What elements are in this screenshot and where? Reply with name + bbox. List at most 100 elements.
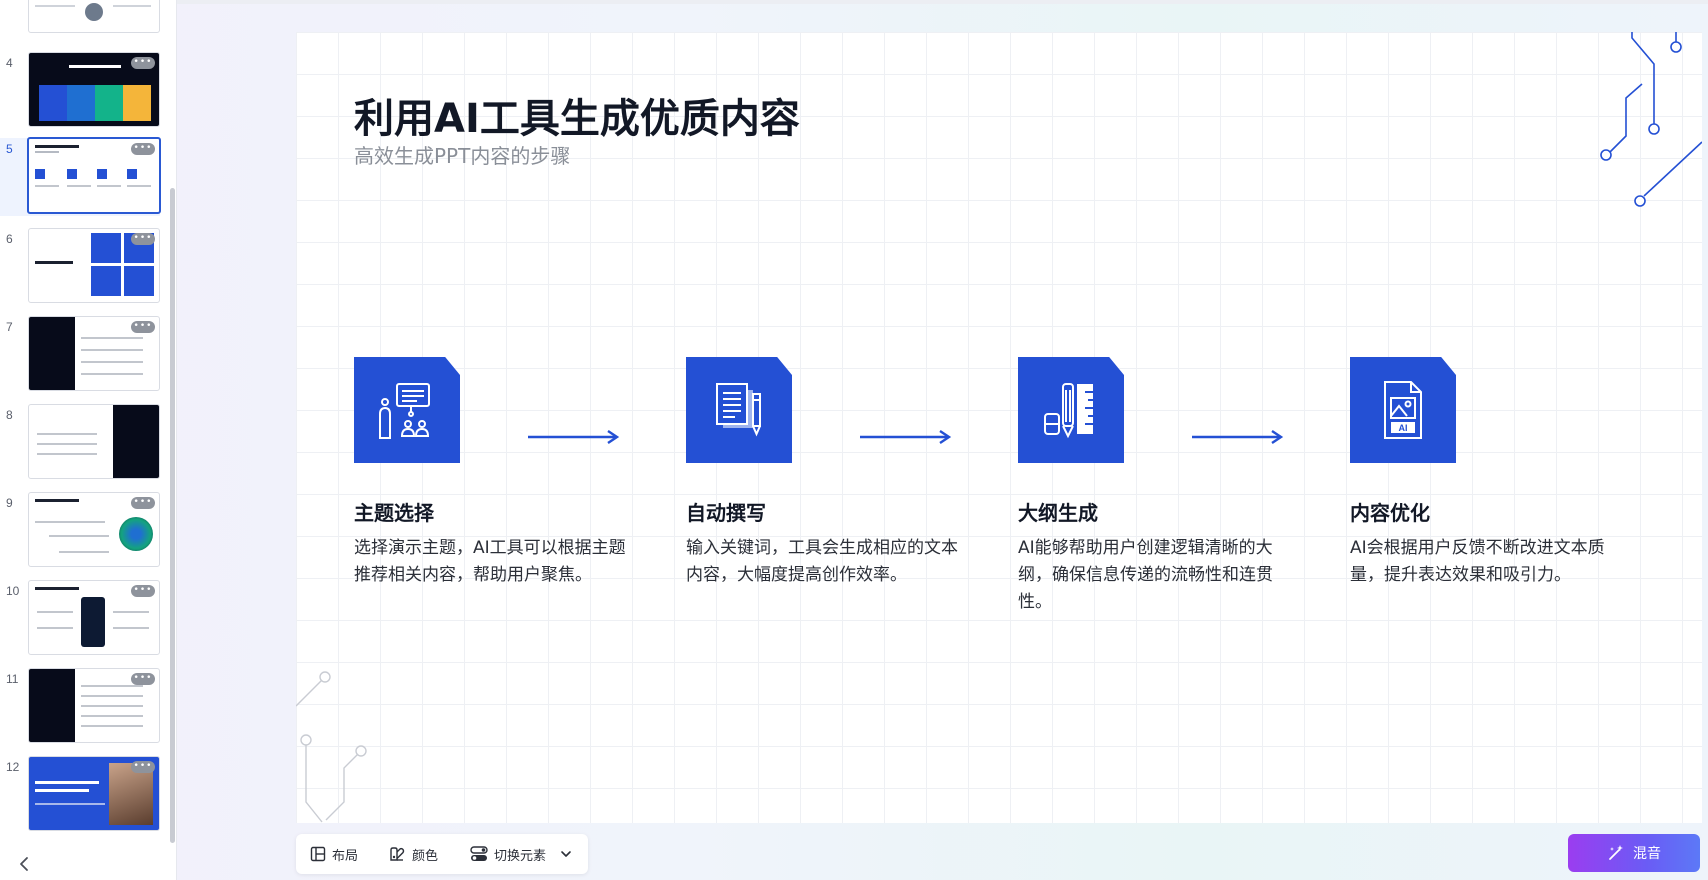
- slide-number: 7: [6, 320, 13, 334]
- step-icon-box: [354, 357, 460, 463]
- more-options-icon[interactable]: •••: [131, 497, 155, 509]
- thumbnail-text-line: [81, 695, 143, 697]
- thumbnail-image: [119, 517, 153, 551]
- thumbnail-dark-panel: [113, 405, 159, 478]
- slide-number: 8: [6, 408, 13, 422]
- slide-canvas[interactable]: 利用AI工具生成优质内容 高效生成PPT内容的步骤 主题选择 选择演示主题，AI…: [296, 32, 1702, 823]
- slide-title[interactable]: 利用AI工具生成优质内容: [354, 86, 800, 144]
- thumbnail-text-line: [81, 337, 143, 339]
- slide-thumbnail-row-12[interactable]: 12 •••: [0, 756, 170, 836]
- thumbnail-dark-panel: [29, 669, 75, 742]
- thumbnail-text-line: [35, 803, 105, 805]
- thumbnail-text-line: [127, 185, 151, 187]
- chevron-down-icon[interactable]: [560, 848, 572, 860]
- thumbnail-text-line: [37, 611, 73, 613]
- slide-thumbnail[interactable]: •••: [28, 316, 160, 391]
- thumbnail-text-line: [81, 705, 143, 707]
- slide-thumbnail[interactable]: •••: [28, 756, 160, 831]
- slide-thumbnail[interactable]: [28, 0, 160, 33]
- thumbnail-text-line: [81, 715, 143, 717]
- thumbnail-image: [85, 3, 103, 21]
- step-description[interactable]: 选择演示主题，AI工具可以根据主题推荐相关内容，帮助用户聚焦。: [354, 535, 629, 589]
- slide-thumbnail[interactable]: •••: [28, 580, 160, 655]
- thumbnail-text-line: [37, 627, 73, 629]
- slide-subtitle[interactable]: 高效生成PPT内容的步骤: [354, 140, 570, 169]
- slide-thumbnail-row-7[interactable]: 7 •••: [0, 316, 170, 396]
- step-description[interactable]: AI能够帮助用户创建逻辑清晰的大纲，确保信息传递的流畅性和连贯性。: [1018, 535, 1293, 616]
- step-title[interactable]: 主题选择: [354, 497, 434, 526]
- more-options-icon[interactable]: •••: [131, 143, 155, 155]
- app-window: 4 ••• 5 ••• 6 ••• 7 ••• 8 9 ••• 10 ••• 1…: [0, 0, 1708, 880]
- slide-thumbnail[interactable]: [28, 404, 160, 479]
- slide-thumbnail-row-11[interactable]: 11 •••: [0, 668, 170, 748]
- step-description[interactable]: AI会根据用户反馈不断改进文本质量，提升表达效果和吸引力。: [1350, 535, 1625, 589]
- step-icon-box: AI: [1350, 357, 1456, 463]
- mix-button-label: 混音: [1633, 846, 1661, 862]
- slide-thumbnail[interactable]: •••: [28, 668, 160, 743]
- slide-thumbnail-row-9[interactable]: 9 •••: [0, 492, 170, 572]
- layout-button[interactable]: 布局: [310, 834, 358, 874]
- slide-number: 9: [6, 496, 13, 510]
- step-title[interactable]: 内容优化: [1350, 497, 1430, 526]
- more-options-icon[interactable]: •••: [131, 321, 155, 333]
- thumbnail-text-line: [81, 349, 143, 351]
- slide-number: 6: [6, 232, 13, 246]
- more-options-icon[interactable]: •••: [131, 761, 155, 773]
- more-options-icon[interactable]: •••: [131, 57, 155, 69]
- thumbnail-text-line: [113, 5, 151, 7]
- color-label: 颜色: [412, 848, 439, 864]
- thumbnail-text-line: [97, 185, 121, 187]
- slide-thumbnail-row-6[interactable]: 6 •••: [0, 228, 170, 308]
- slide-thumbnail-row-3[interactable]: [0, 0, 170, 38]
- step-title[interactable]: 自动撰写: [686, 497, 766, 526]
- thumbnail-title-line: [35, 499, 79, 502]
- collapse-sidebar-button[interactable]: [18, 856, 38, 876]
- slide-thumbnail[interactable]: •••: [28, 492, 160, 567]
- thumbnail-text-line: [67, 185, 91, 187]
- thumbnail-text-line: [49, 535, 109, 537]
- thumbnail-icon-block: [127, 169, 137, 179]
- slide-thumbnail[interactable]: •••: [28, 228, 160, 303]
- step-icon-box: [1018, 357, 1124, 463]
- slide-thumbnail-row-8[interactable]: 8: [0, 404, 170, 484]
- step-title[interactable]: 大纲生成: [1018, 497, 1098, 526]
- more-options-icon[interactable]: •••: [131, 233, 155, 245]
- step-description[interactable]: 输入关键词，工具会生成相应的文本内容，大幅度提高创作效率。: [686, 535, 961, 589]
- slide-number: 10: [6, 584, 20, 598]
- circuit-decoration-icon: [296, 671, 367, 823]
- thumbnail-phone-image: [81, 597, 105, 647]
- layout-icon: [310, 846, 326, 862]
- thumbnail-block: [95, 85, 123, 121]
- color-button[interactable]: 颜色: [388, 834, 438, 874]
- thumbnail-text-line: [35, 185, 59, 187]
- thumbnail-title-line: [35, 261, 73, 264]
- slide-thumbnail-row-4[interactable]: 4 •••: [0, 52, 170, 132]
- slide-number: 12: [6, 760, 20, 774]
- thumbnail-subtitle-line: [35, 151, 59, 153]
- thumbnail-text-line: [113, 627, 149, 629]
- slide-thumbnail-active[interactable]: •••: [27, 137, 161, 214]
- palette-icon: [390, 847, 405, 861]
- thumbnail-text-line: [81, 725, 143, 727]
- thumbnail-text-line: [113, 611, 149, 613]
- sidebar-scrollbar[interactable]: [170, 188, 175, 843]
- thumbnail-text-line: [37, 443, 97, 445]
- slide-thumbnail-row-10[interactable]: 10 •••: [0, 580, 170, 660]
- slide-thumbnail-row-5[interactable]: 5 •••: [0, 137, 161, 216]
- thumbnail-block: [39, 85, 67, 121]
- switch-element-button[interactable]: 切换元素: [470, 834, 572, 874]
- thumbnail-icon-block: [67, 169, 77, 179]
- slide-number: 5: [6, 142, 13, 156]
- mix-button[interactable]: 混音: [1568, 834, 1700, 872]
- thumbnail-text-line: [81, 685, 143, 687]
- slide-thumbnail-panel: 4 ••• 5 ••• 6 ••• 7 ••• 8 9 ••• 10 ••• 1…: [0, 0, 177, 880]
- thumbnail-block: [67, 85, 95, 121]
- more-options-icon[interactable]: •••: [131, 585, 155, 597]
- slide-thumbnail[interactable]: •••: [28, 52, 160, 127]
- thumbnail-icon-block: [97, 169, 107, 179]
- thumbnail-title-line: [35, 781, 99, 784]
- thumbnail-text-line: [35, 5, 75, 7]
- thumbnail-dark-panel: [29, 317, 75, 390]
- more-options-icon[interactable]: •••: [131, 673, 155, 685]
- thumbnail-text-line: [59, 551, 109, 553]
